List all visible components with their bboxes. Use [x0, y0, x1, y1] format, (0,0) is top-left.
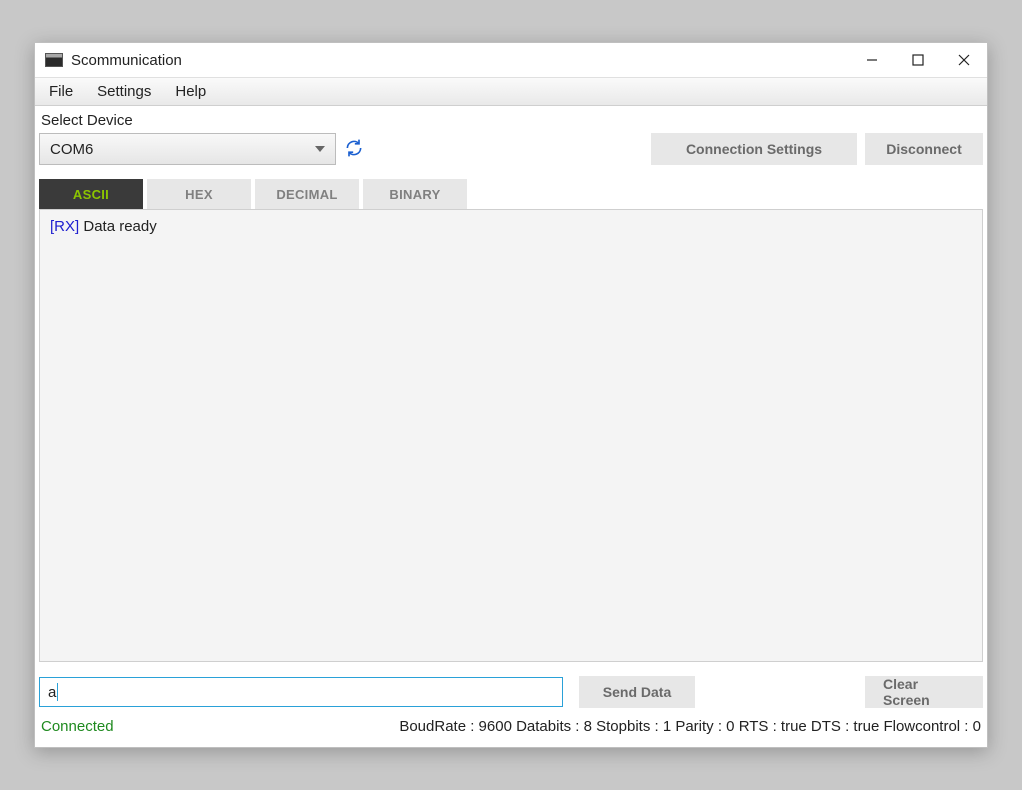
titlebar: Scommunication — [35, 43, 987, 77]
app-icon — [45, 53, 63, 67]
connection-settings-button[interactable]: Connection Settings — [651, 133, 857, 165]
connection-status: Connected — [41, 718, 114, 735]
maximize-icon — [912, 54, 924, 66]
tab-ascii[interactable]: ASCII — [39, 179, 143, 209]
tab-decimal[interactable]: DECIMAL — [255, 179, 359, 209]
tab-hex[interactable]: HEX — [147, 179, 251, 209]
app-title: Scommunication — [71, 52, 182, 69]
menubar: File Settings Help — [35, 77, 987, 106]
chevron-down-icon — [315, 146, 325, 152]
close-icon — [958, 54, 970, 66]
refresh-icon — [344, 138, 364, 158]
minimize-button[interactable] — [849, 43, 895, 77]
console-line: [RX] Data ready — [50, 218, 972, 235]
menu-file[interactable]: File — [49, 83, 73, 100]
console-output[interactable]: [RX] Data ready — [39, 209, 983, 662]
app-window: Scommunication File Settings Help Select… — [34, 42, 988, 748]
rx-tag: [RX] — [50, 218, 79, 235]
rx-text: Data ready — [79, 218, 157, 235]
connection-settings-status: BoudRate : 9600 Databits : 8 Stopbits : … — [399, 718, 981, 735]
send-input[interactable]: a — [39, 677, 563, 707]
send-input-value: a — [48, 684, 56, 701]
device-combobox[interactable]: COM6 — [39, 133, 336, 165]
menu-help[interactable]: Help — [175, 83, 206, 100]
tab-binary[interactable]: BINARY — [363, 179, 467, 209]
device-row: COM6 Connection Settings Disconnect — [39, 133, 983, 165]
disconnect-button[interactable]: Disconnect — [865, 133, 983, 165]
device-selected: COM6 — [50, 141, 93, 158]
maximize-button[interactable] — [895, 43, 941, 77]
menu-settings[interactable]: Settings — [97, 83, 151, 100]
send-data-button[interactable]: Send Data — [579, 676, 695, 708]
refresh-button[interactable] — [344, 138, 364, 161]
device-label: Select Device — [41, 112, 983, 129]
close-button[interactable] — [941, 43, 987, 77]
status-bar: Connected BoudRate : 9600 Databits : 8 S… — [39, 718, 983, 739]
text-cursor — [57, 683, 58, 701]
clear-screen-button[interactable]: Clear Screen — [865, 676, 983, 708]
format-tabs: ASCII HEX DECIMAL BINARY — [39, 179, 983, 209]
minimize-icon — [866, 54, 878, 66]
content: Select Device COM6 Connection Settings D… — [35, 106, 987, 747]
send-row: a Send Data Clear Screen — [39, 676, 983, 708]
